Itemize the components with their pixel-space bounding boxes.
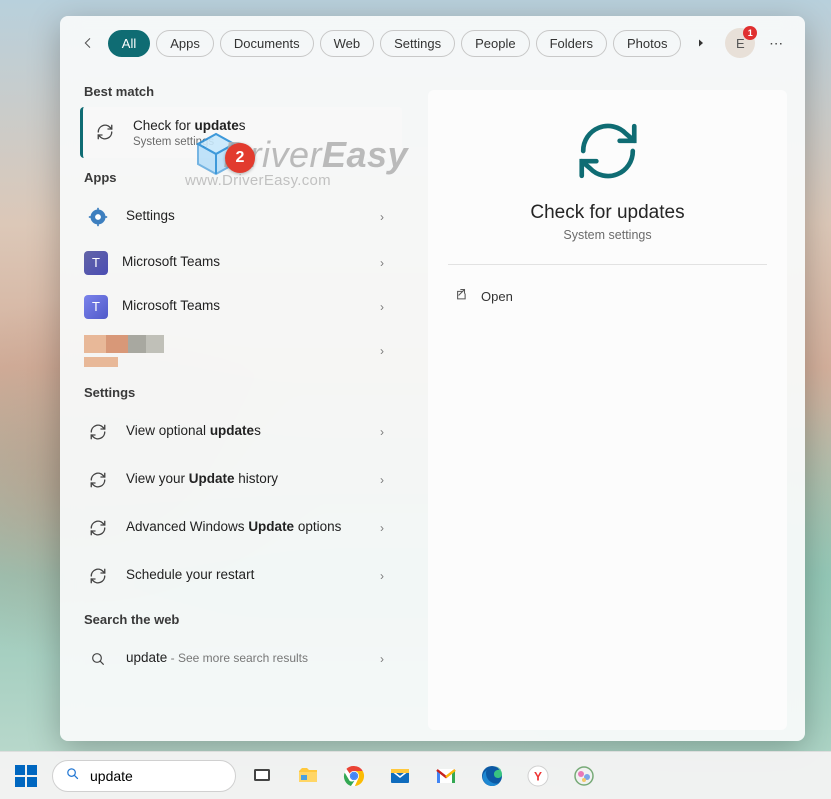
result-title: Microsoft Teams <box>122 253 362 272</box>
section-settings-header: Settings <box>60 373 410 408</box>
result-title: Microsoft Teams <box>122 297 362 316</box>
result-schedule-restart[interactable]: Schedule your restart › <box>84 552 402 600</box>
redacted-block <box>84 357 118 367</box>
result-title: Settings <box>126 207 362 226</box>
result-subtitle: System settings <box>133 136 388 148</box>
search-tabs: All Apps Documents Web Settings People F… <box>108 29 716 57</box>
result-redacted[interactable]: › <box>84 329 402 373</box>
notification-badge: 1 <box>743 26 757 40</box>
teams-icon: T <box>84 251 108 275</box>
result-teams-1[interactable]: T Microsoft Teams › <box>84 241 402 285</box>
result-title: Schedule your restart <box>126 566 362 585</box>
preview-refresh-icon <box>448 116 767 186</box>
search-icon <box>84 645 112 673</box>
tabs-more-icon[interactable] <box>687 29 715 57</box>
chevron-right-icon: › <box>376 256 388 270</box>
redacted-block <box>128 335 146 353</box>
profile-avatar[interactable]: E 1 <box>725 28 755 58</box>
redacted-block <box>146 335 164 353</box>
section-best-match-header: Best match <box>60 72 410 107</box>
result-optional-updates[interactable]: View optional updates › <box>84 408 402 456</box>
tab-photos[interactable]: Photos <box>613 30 681 57</box>
action-open[interactable]: Open <box>448 279 767 313</box>
yandex-icon[interactable]: Y <box>518 756 558 796</box>
edge-icon[interactable] <box>472 756 512 796</box>
taskbar: Y <box>0 751 831 799</box>
tab-all[interactable]: All <box>108 30 150 57</box>
redacted-block <box>106 335 128 353</box>
chevron-right-icon: › <box>376 210 388 224</box>
chevron-right-icon: › <box>376 521 388 535</box>
tab-folders[interactable]: Folders <box>536 30 607 57</box>
profile-initial: E <box>736 36 745 51</box>
tab-people[interactable]: People <box>461 30 529 57</box>
chevron-right-icon: › <box>376 569 388 583</box>
tab-web[interactable]: Web <box>320 30 375 57</box>
file-explorer-icon[interactable] <box>288 756 328 796</box>
action-open-label: Open <box>481 289 513 304</box>
refresh-icon <box>84 562 112 590</box>
start-button[interactable] <box>6 756 46 796</box>
refresh-icon <box>84 418 112 446</box>
taskview-icon[interactable] <box>242 756 282 796</box>
annotation-badge-2: 2 <box>225 143 255 173</box>
chevron-right-icon: › <box>376 473 388 487</box>
result-settings-app[interactable]: Settings › <box>84 193 402 241</box>
search-panel: All Apps Documents Web Settings People F… <box>60 16 805 741</box>
gear-icon <box>84 203 112 231</box>
tab-settings[interactable]: Settings <box>380 30 455 57</box>
search-icon <box>65 766 80 786</box>
result-title: View optional updates <box>126 422 362 441</box>
result-teams-2[interactable]: T Microsoft Teams › <box>84 285 402 329</box>
result-update-history[interactable]: View your Update history › <box>84 456 402 504</box>
svg-text:Y: Y <box>534 769 542 783</box>
preview-column: Check for updates System settings Open <box>410 66 805 741</box>
chevron-right-icon: › <box>376 344 388 358</box>
taskbar-search[interactable] <box>52 760 236 792</box>
teams-icon: T <box>84 295 108 319</box>
preview-title: Check for updates <box>448 202 767 224</box>
redacted-block <box>84 335 106 353</box>
refresh-icon <box>91 118 119 146</box>
chrome-icon[interactable] <box>334 756 374 796</box>
result-web-update[interactable]: update - See more search results › <box>84 635 402 683</box>
divider <box>448 264 767 265</box>
result-title: Advanced Windows Update options <box>126 518 346 537</box>
tab-apps[interactable]: Apps <box>156 30 214 57</box>
result-title: View your Update history <box>126 470 362 489</box>
back-button[interactable] <box>74 29 102 57</box>
refresh-icon <box>84 514 112 542</box>
chevron-right-icon: › <box>376 425 388 439</box>
external-link-icon <box>452 287 467 305</box>
result-title: update - See more search results <box>126 649 362 668</box>
windows-logo-icon <box>15 765 37 787</box>
copilot-icon[interactable] <box>564 756 604 796</box>
refresh-icon <box>84 466 112 494</box>
gmail-icon[interactable] <box>426 756 466 796</box>
more-options-icon[interactable]: ⋯ <box>761 35 791 52</box>
tab-documents[interactable]: Documents <box>220 30 314 57</box>
search-topbar: All Apps Documents Web Settings People F… <box>60 16 805 66</box>
chevron-right-icon: › <box>376 652 388 666</box>
chevron-right-icon: › <box>376 300 388 314</box>
preview-card: Check for updates System settings Open <box>428 90 787 730</box>
section-web-header: Search the web <box>60 600 410 635</box>
mail-icon[interactable] <box>380 756 420 796</box>
result-title: Check for updates <box>133 117 388 136</box>
preview-subtitle: System settings <box>448 228 767 242</box>
result-advanced-update[interactable]: Advanced Windows Update options › <box>84 504 402 552</box>
